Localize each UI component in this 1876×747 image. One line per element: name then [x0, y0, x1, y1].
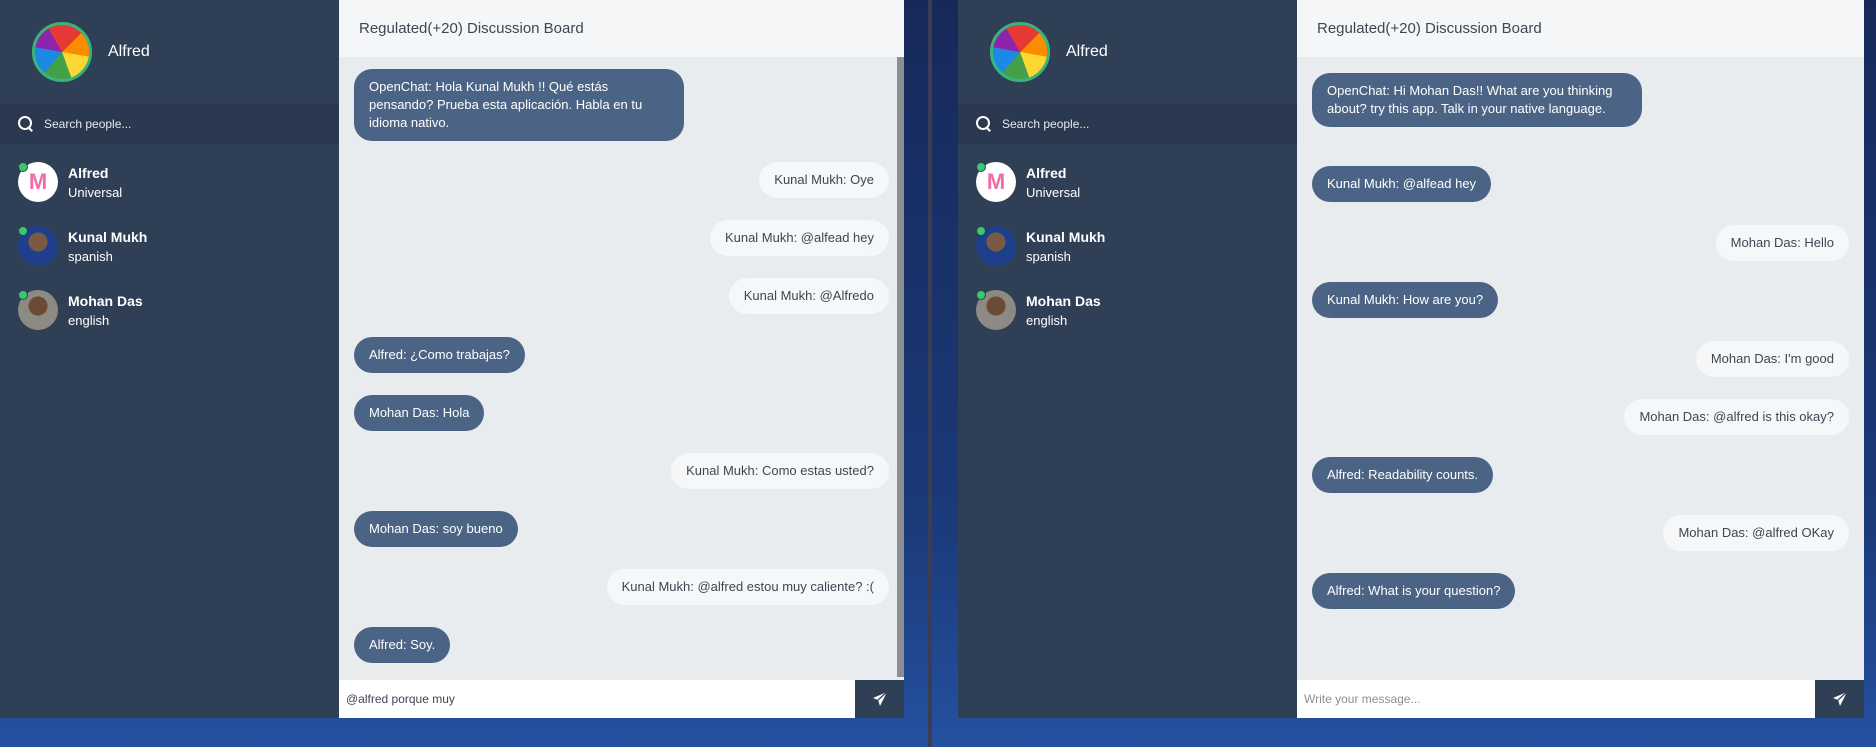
message-bubble-outgoing: Mohan Das: @alfred is this okay? — [1624, 399, 1849, 435]
contact-list: M Alfred Universal Kunal Mukh spanish Mo… — [958, 150, 1297, 342]
message-bubble-outgoing: Mohan Das: I'm good — [1695, 341, 1849, 377]
message-bubble-incoming: Mohan Das: soy bueno — [354, 511, 518, 547]
message-bubble-outgoing: Kunal Mukh: Oye — [759, 162, 889, 198]
search-input[interactable] — [44, 117, 324, 131]
message-input[interactable] — [339, 680, 855, 718]
contact-name: Kunal Mukh — [1026, 228, 1106, 245]
contact-kunal-mukh[interactable]: Kunal Mukh spanish — [958, 214, 1297, 278]
search-icon — [18, 116, 34, 132]
message-bubble-incoming: Alfred: What is your question? — [1312, 573, 1516, 609]
online-dot-icon — [18, 162, 28, 172]
message-bubble-incoming: Alfred: Readability counts. — [1312, 457, 1494, 493]
contact-alfred[interactable]: M Alfred Universal — [0, 150, 339, 214]
message-bubble-incoming: Kunal Mukh: How are you? — [1312, 282, 1499, 318]
online-dot-icon — [976, 162, 986, 172]
contact-language: english — [68, 312, 110, 328]
window-divider — [928, 0, 932, 747]
online-dot-icon — [976, 226, 986, 236]
contact-name: Mohan Das — [1026, 292, 1101, 309]
contact-language: english — [1026, 312, 1068, 328]
message-bubble-outgoing: Kunal Mukh: Como estas usted? — [671, 453, 889, 489]
message-bubble-outgoing: Mohan Das: @alfred OKay — [1663, 515, 1849, 551]
contact-mohan-das[interactable]: Mohan Das english — [0, 278, 339, 342]
message-bubble-incoming: OpenChat: Hola Kunal Mukh !! Qué estás p… — [354, 69, 684, 141]
message-bubble-incoming: Alfred: ¿Como trabajas? — [354, 337, 525, 373]
contact-name: Mohan Das — [68, 292, 143, 309]
online-dot-icon — [18, 290, 28, 300]
chat-app-right: Alfred M Alfred Universal Kunal Mukh spa… — [958, 0, 1864, 718]
message-bubble-outgoing: Kunal Mukh: @alfred estou muy caliente? … — [606, 569, 889, 605]
contact-language: spanish — [68, 248, 113, 264]
profile: Alfred — [958, 0, 1297, 104]
contact-mohan-das[interactable]: Mohan Das english — [958, 278, 1297, 342]
message-bubble-incoming: Mohan Das: Hola — [354, 395, 485, 431]
profile: Alfred — [0, 0, 339, 104]
message-bubble-outgoing: Kunal Mukh: @Alfredo — [728, 278, 889, 314]
contact-kunal-mukh[interactable]: Kunal Mukh spanish — [0, 214, 339, 278]
contact-alfred[interactable]: M Alfred Universal — [958, 150, 1297, 214]
contact-name: Alfred — [1026, 164, 1067, 181]
contact-language: Universal — [1026, 184, 1081, 200]
send-icon — [872, 691, 887, 706]
message-bubble-incoming: Kunal Mukh: @alfead hey — [1312, 166, 1492, 202]
app-logo-icon — [32, 22, 92, 82]
send-button[interactable] — [855, 680, 904, 718]
app-logo-icon — [990, 22, 1050, 82]
profile-name: Alfred — [1066, 43, 1108, 60]
chat-app-left: Alfred M Alfred Universal Kunal Mukh spa… — [0, 0, 904, 718]
online-dot-icon — [976, 290, 986, 300]
online-dot-icon — [18, 226, 28, 236]
chat-title: Regulated(+20) Discussion Board — [339, 0, 904, 57]
composer — [339, 680, 904, 718]
send-button[interactable] — [1815, 680, 1864, 718]
search-bar — [0, 104, 339, 144]
message-input[interactable] — [1297, 680, 1815, 718]
message-bubble-incoming: OpenChat: Hi Mohan Das!! What are you th… — [1312, 73, 1642, 127]
search-input[interactable] — [1002, 117, 1282, 131]
send-icon — [1832, 691, 1847, 706]
message-list[interactable]: OpenChat: Hi Mohan Das!! What are you th… — [1297, 57, 1864, 680]
sidebar: Alfred M Alfred Universal Kunal Mukh spa… — [0, 0, 339, 718]
chat-panel: Regulated(+20) Discussion Board OpenChat… — [1297, 0, 1864, 718]
contact-name: Alfred — [68, 164, 109, 181]
sidebar: Alfred M Alfred Universal Kunal Mukh spa… — [958, 0, 1297, 718]
message-list[interactable]: OpenChat: Hola Kunal Mukh !! Qué estás p… — [339, 57, 904, 680]
contact-list: M Alfred Universal Kunal Mukh spanish Mo… — [0, 150, 339, 342]
search-bar — [958, 104, 1297, 144]
search-icon — [976, 116, 992, 132]
contact-language: spanish — [1026, 248, 1071, 264]
chat-panel: Regulated(+20) Discussion Board OpenChat… — [339, 0, 904, 718]
message-bubble-incoming: Alfred: Soy. — [354, 627, 451, 663]
message-bubble-outgoing: Kunal Mukh: @alfead hey — [709, 220, 889, 256]
contact-name: Kunal Mukh — [68, 228, 148, 245]
scrollbar[interactable] — [897, 57, 904, 677]
composer — [1297, 680, 1864, 718]
contact-language: Universal — [68, 184, 123, 200]
chat-title: Regulated(+20) Discussion Board — [1297, 0, 1864, 57]
profile-name: Alfred — [108, 43, 150, 60]
message-bubble-outgoing: Mohan Das: Hello — [1715, 225, 1849, 261]
